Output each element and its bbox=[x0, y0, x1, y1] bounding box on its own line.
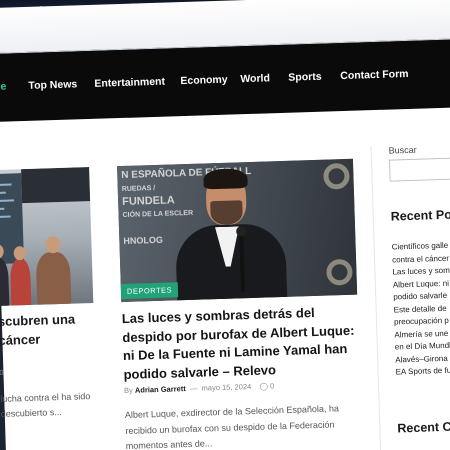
recent-post-link[interactable]: Las luces y somb bbox=[392, 263, 450, 279]
post-date[interactable]: mayo 15, 2024 bbox=[201, 382, 251, 393]
nav-item-economy[interactable]: Economy bbox=[180, 74, 228, 87]
nav-item-world[interactable]: World bbox=[240, 72, 270, 85]
banner-text: RUEDAS / bbox=[121, 184, 156, 194]
search-input[interactable] bbox=[388, 156, 450, 182]
browser-window: e Top News Entertainment Economy World S… bbox=[0, 0, 450, 450]
person-head bbox=[45, 235, 61, 254]
left-article-title[interactable]: scubren una cáncer bbox=[0, 309, 99, 350]
person-figure bbox=[9, 258, 32, 307]
author-link[interactable]: Adrian Garrett bbox=[135, 384, 186, 395]
comment-icon: ◯ bbox=[259, 381, 269, 391]
comment-count[interactable]: 0 bbox=[270, 381, 274, 390]
recent-post-link[interactable]: en el Día Mundi bbox=[395, 338, 450, 354]
left-article-excerpt: lucha contra el ha sido descubierto s... bbox=[0, 391, 91, 419]
banner-text: FUNDELA bbox=[121, 194, 175, 209]
person-head bbox=[13, 246, 26, 261]
speaker-hair bbox=[203, 168, 248, 190]
person-figure bbox=[0, 257, 10, 307]
left-article-image[interactable] bbox=[0, 167, 94, 307]
nav-item-contact-form[interactable]: Contact Form bbox=[340, 68, 409, 82]
featured-article-excerpt: Albert Luque, exdirector de la Selección… bbox=[124, 403, 340, 450]
person-figure bbox=[35, 251, 72, 307]
left-article-comments[interactable]: 0 bbox=[0, 368, 4, 377]
recent-posts-title: Recent Po bbox=[390, 207, 450, 224]
main-content: scubren una cáncer 0 lucha contra el ha … bbox=[0, 106, 450, 450]
nav-item-home[interactable]: e bbox=[0, 81, 6, 93]
featured-article-image[interactable]: N ESPAÑOLA DE FÚTBALL RUEDAS / FUNDELA C… bbox=[117, 158, 358, 303]
recent-post-link[interactable]: podido salvarle bbox=[393, 288, 450, 304]
banner-text: HNOLOG bbox=[123, 234, 164, 246]
lab-ceiling bbox=[21, 167, 93, 204]
nav-item-top-news[interactable]: Top News bbox=[28, 78, 77, 92]
recent-posts-list: Científicos galle contra el cáncer Las l… bbox=[392, 238, 450, 379]
featured-article-title[interactable]: Las luces y sombras detrás del despido p… bbox=[122, 303, 360, 384]
sidebar-divider bbox=[370, 146, 382, 450]
by-label: By bbox=[123, 385, 133, 396]
recent-post-link[interactable]: Científicos galle bbox=[392, 238, 450, 254]
category-badge[interactable]: DEPORTES bbox=[120, 282, 179, 300]
nav-item-entertainment[interactable]: Entertainment bbox=[94, 76, 165, 90]
recent-comments-title: Recent C bbox=[397, 419, 450, 436]
recent-post-link[interactable]: preocupación p bbox=[394, 313, 450, 329]
recent-post-link[interactable]: EA Sports de fu bbox=[395, 363, 450, 379]
nav-item-sports[interactable]: Sports bbox=[288, 71, 322, 84]
search-label: Buscar bbox=[388, 144, 417, 156]
